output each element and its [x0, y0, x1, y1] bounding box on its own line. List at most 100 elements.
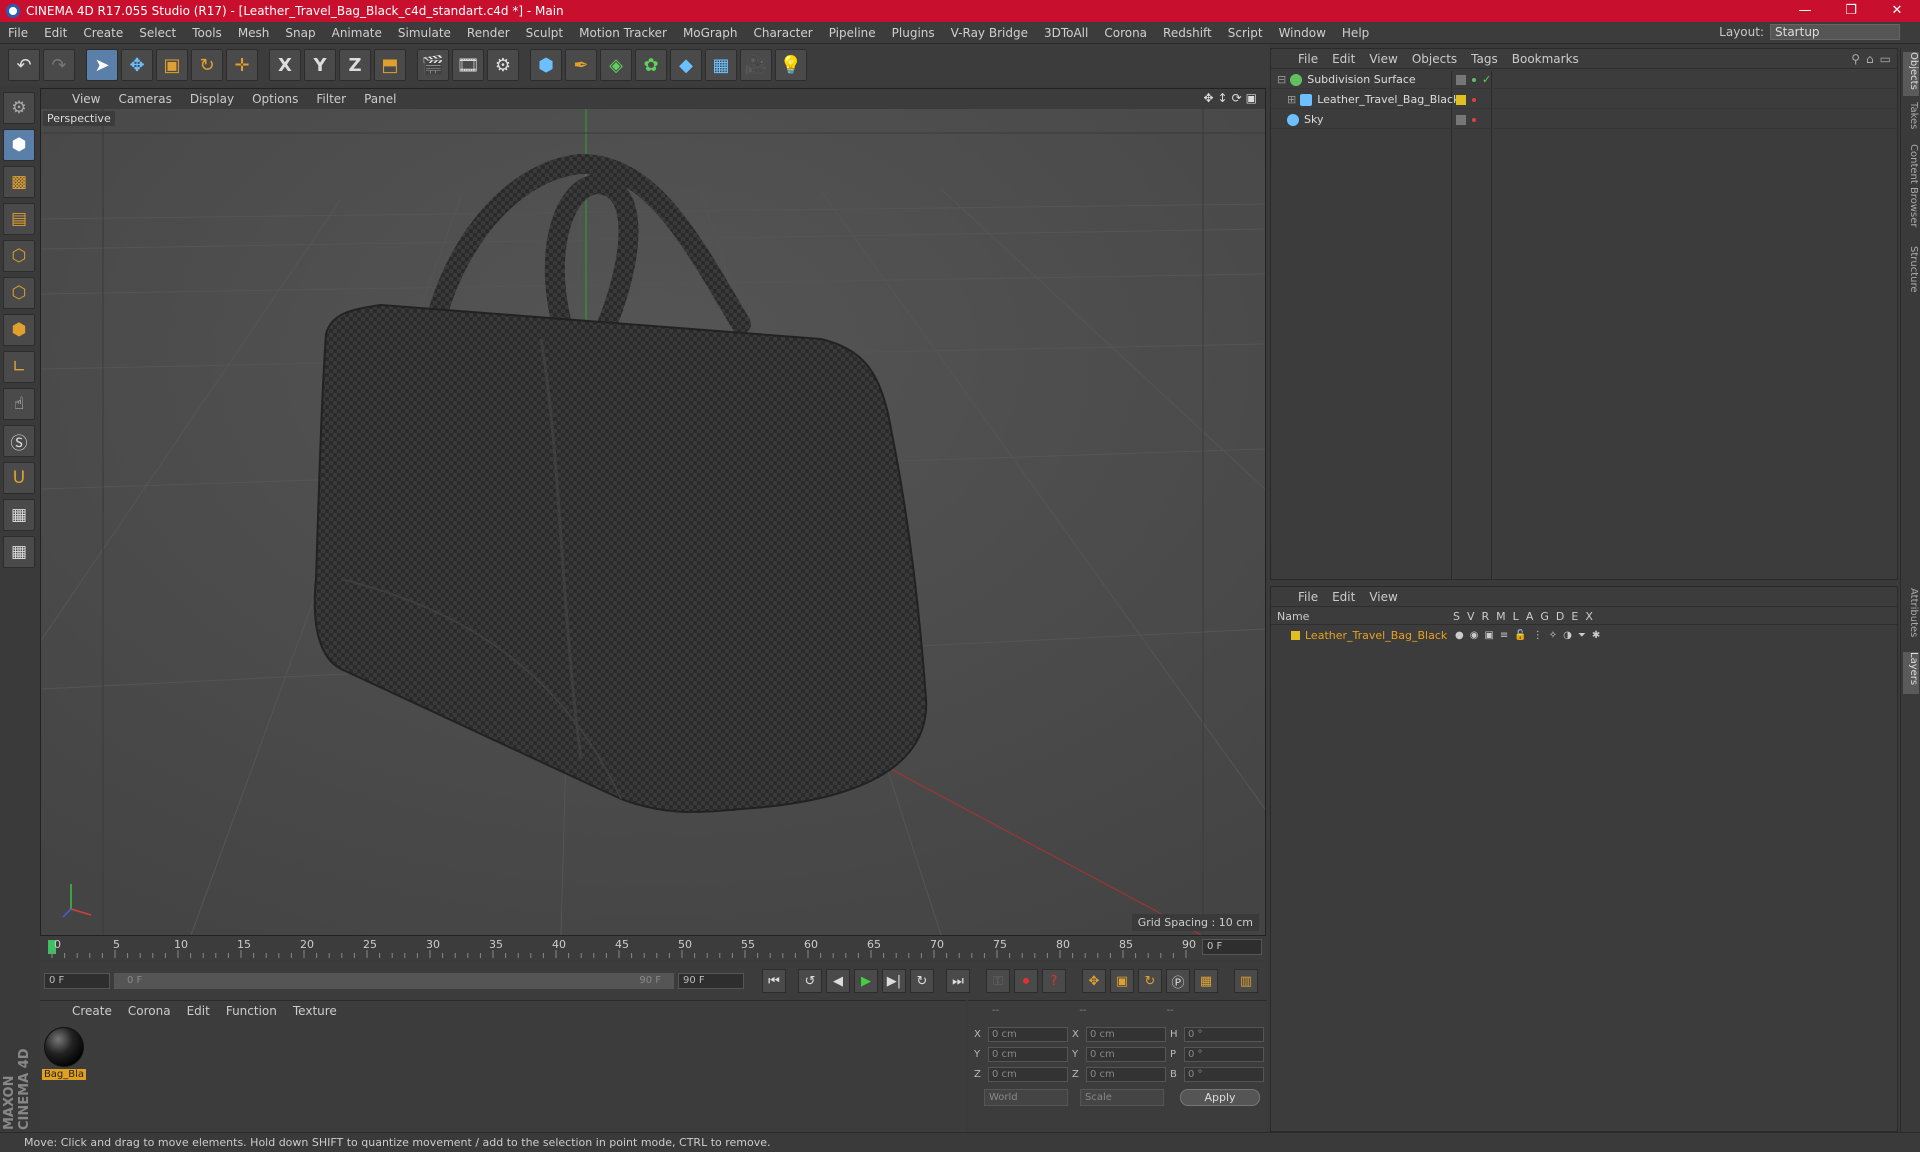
workplane-mode-icon[interactable]: ▤ [3, 203, 35, 235]
points-mode-icon[interactable]: ⬡ [3, 240, 35, 272]
lock-workplane-icon[interactable]: ▦ [3, 499, 35, 531]
viewport-menu-display[interactable]: Display [183, 92, 241, 106]
timeline-layout-icon[interactable]: ▥ [1234, 969, 1258, 993]
search-icon[interactable]: ⚲ [1851, 52, 1860, 66]
camera-object-icon[interactable]: 🎥 [740, 49, 772, 81]
perspective-viewport[interactable]: Perspective Grid Spacing : 10 cm [41, 109, 1265, 935]
position-z-field[interactable]: 0 cm [988, 1067, 1068, 1082]
menu-corona[interactable]: Corona [1096, 26, 1155, 40]
viewport-menu-cameras[interactable]: Cameras [111, 92, 178, 106]
tab-objects[interactable]: Objects [1903, 52, 1919, 96]
menu-plugins[interactable]: Plugins [884, 26, 943, 40]
frame-range-slider[interactable]: 0 F 90 F [114, 973, 674, 989]
apply-button[interactable]: Apply [1180, 1089, 1260, 1106]
collapse-toggle-icon[interactable]: ⊟ [1277, 73, 1286, 86]
axis-mode-icon[interactable]: ∟ [3, 351, 35, 383]
object-name[interactable]: Leather_Travel_Bag_Black [1317, 93, 1459, 106]
menu-render[interactable]: Render [459, 26, 518, 40]
size-x-field[interactable]: 0 cm [1086, 1027, 1166, 1042]
start-frame-field[interactable]: 0 F [44, 973, 110, 989]
axis-y-button[interactable]: Y [304, 49, 336, 81]
object-name[interactable]: Sky [1304, 113, 1323, 126]
magnet-icon[interactable]: U [3, 462, 35, 494]
previous-frame-icon[interactable]: ◀ [826, 969, 850, 993]
play-forward-icon[interactable]: ▶ [854, 969, 878, 993]
make-editable-icon[interactable]: ⚙ [3, 92, 35, 124]
layer-visible-icon[interactable]: ◉ [1470, 630, 1479, 641]
objects-menu-edit[interactable]: Edit [1325, 52, 1362, 66]
menu-motion-tracker[interactable]: Motion Tracker [571, 26, 675, 40]
cube-object-icon[interactable]: ⬢ [530, 49, 562, 81]
layer-color-swatch[interactable] [1291, 630, 1300, 640]
key-scale-icon[interactable]: ▣ [1110, 969, 1134, 993]
menu-character[interactable]: Character [745, 26, 820, 40]
edges-mode-icon[interactable]: ⬡ [3, 277, 35, 309]
expand-toggle-icon[interactable]: ⊞ [1287, 93, 1296, 106]
model-mode-icon[interactable]: ⬢ [3, 129, 35, 161]
go-to-start-icon[interactable]: ⏮ [762, 969, 786, 993]
minimize-button[interactable]: — [1782, 0, 1828, 22]
rotation-b-field[interactable]: 0 ° [1184, 1067, 1264, 1082]
menu-create[interactable]: Create [75, 26, 131, 40]
home-icon[interactable]: ⌂ [1866, 52, 1874, 66]
viewport-menu-panel[interactable]: Panel [357, 92, 403, 106]
key-parameter-icon[interactable]: Ⓟ [1166, 969, 1190, 993]
menu-animate[interactable]: Animate [324, 26, 390, 40]
menu-3dtoall[interactable]: 3DToAll [1036, 26, 1096, 40]
axis-z-button[interactable]: Z [339, 49, 371, 81]
light-object-icon[interactable]: 💡 [775, 49, 807, 81]
next-key-icon[interactable]: ↻ [910, 969, 934, 993]
viewport-menu-view[interactable]: View [65, 92, 107, 106]
key-pla-icon[interactable]: ▦ [1194, 969, 1218, 993]
rotation-p-field[interactable]: 0 ° [1184, 1047, 1264, 1062]
next-frame-icon[interactable]: ▶| [882, 969, 906, 993]
size-z-field[interactable]: 0 cm [1086, 1067, 1166, 1082]
menu-tools[interactable]: Tools [184, 26, 230, 40]
key-position-icon[interactable]: ✥ [1082, 969, 1106, 993]
go-to-end-icon[interactable]: ⏭ [946, 969, 970, 993]
close-button[interactable]: ✕ [1874, 0, 1920, 22]
previous-key-icon[interactable]: ↺ [798, 969, 822, 993]
layers-menu-edit[interactable]: Edit [1325, 590, 1362, 604]
size-y-field[interactable]: 0 cm [1086, 1047, 1166, 1062]
objects-menu-view[interactable]: View [1362, 52, 1404, 66]
mograph-cloner-icon[interactable]: ✿ [635, 49, 667, 81]
layer-row[interactable]: Leather_Travel_Bag_Black ● ◉ ▣ ≡ 🔓 ⋮ ✧ ◑… [1271, 627, 1897, 643]
layer-solo-icon[interactable]: ● [1455, 630, 1464, 641]
menu-sculpt[interactable]: Sculpt [518, 26, 571, 40]
menu-pipeline[interactable]: Pipeline [821, 26, 884, 40]
layer-expression-icon[interactable]: ⏷ [1578, 630, 1586, 641]
layer-lock-icon[interactable]: 🔓 [1514, 630, 1526, 641]
render-settings-icon[interactable]: ⚙ [487, 49, 519, 81]
coordinate-system-icon[interactable]: ⬒ [374, 49, 406, 81]
move-tool-icon[interactable]: ✥ [121, 49, 153, 81]
position-x-field[interactable]: 0 cm [988, 1027, 1068, 1042]
keyframe-selection-icon[interactable]: ? [1042, 969, 1066, 993]
redo-icon[interactable]: ↷ [43, 49, 75, 81]
record-keys-disabled-icon[interactable]: ⚿ [986, 969, 1010, 993]
workplane-grid-icon[interactable]: ▦ [3, 536, 35, 568]
menu-simulate[interactable]: Simulate [390, 26, 459, 40]
size-mode-dropdown[interactable]: Scale [1080, 1089, 1164, 1106]
tab-layers[interactable]: Layers [1903, 652, 1919, 694]
menu-mograph[interactable]: MoGraph [675, 26, 746, 40]
render-picture-viewer-icon[interactable]: 🎞 [452, 49, 484, 81]
scale-tool-icon[interactable]: ▣ [156, 49, 188, 81]
material-menu-texture[interactable]: Texture [285, 1004, 345, 1018]
maximize-button[interactable]: ❐ [1828, 0, 1874, 22]
dolly-view-icon[interactable]: ↕ [1218, 91, 1228, 105]
subdivision-icon[interactable]: ◈ [600, 49, 632, 81]
material-swatch[interactable]: Bag_Bla [42, 1027, 86, 1083]
viewport-menu-filter[interactable]: Filter [309, 92, 353, 106]
tweak-mode-icon[interactable]: ☝ [3, 388, 35, 420]
menu-mesh[interactable]: Mesh [230, 26, 278, 40]
menu-snap[interactable]: Snap [277, 26, 323, 40]
toggle-layout-icon[interactable]: ▣ [1246, 91, 1257, 105]
objects-menu-tags[interactable]: Tags [1464, 52, 1505, 66]
objects-menu-bookmarks[interactable]: Bookmarks [1505, 52, 1586, 66]
texture-mode-icon[interactable]: ▩ [3, 166, 35, 198]
transform-tool-icon[interactable]: ✛ [226, 49, 258, 81]
floor-object-icon[interactable]: ▦ [705, 49, 737, 81]
orbit-view-icon[interactable]: ⟳ [1232, 91, 1242, 105]
render-view-icon[interactable]: 🎬 [417, 49, 449, 81]
